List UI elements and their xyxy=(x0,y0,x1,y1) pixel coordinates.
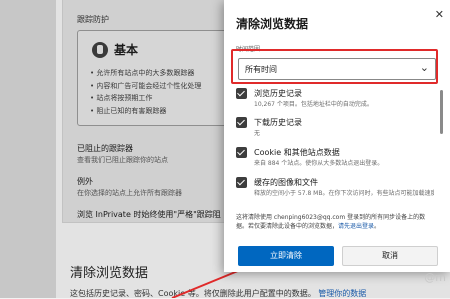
option-desc: 无 xyxy=(254,130,261,137)
option-title: 浏览历史记录 xyxy=(254,89,302,98)
sync-note: 这将清除使用 chenping6023@qq.com 登录到的所有同步设备上的数… xyxy=(236,213,436,231)
option-desc: 10,267 个项目。包括地址栏中的自动完成。 xyxy=(254,101,373,108)
option-browsing-history[interactable]: 浏览历史记录 10,267 个项目。包括地址栏中的自动完成。 xyxy=(236,88,434,118)
annotation-highlight-box xyxy=(231,49,438,84)
checkbox-checked-icon[interactable] xyxy=(236,147,247,158)
clear-browsing-data-dialog: 清除浏览数据 ✕ 时间范围 所有时间 ⌄ 浏览历史记录 10,267 个项目。包… xyxy=(224,0,450,272)
sign-out-link[interactable]: 请先退出登录 xyxy=(338,223,374,230)
option-title: 下载历史记录 xyxy=(254,118,302,127)
cancel-button[interactable]: 取消 xyxy=(342,246,438,266)
checkbox-checked-icon[interactable] xyxy=(236,177,247,188)
sync-note-tail: 。 xyxy=(374,223,381,230)
option-cookies[interactable]: Cookie 和其他站点数据 来自 884 个站点。使你从大多数站点退出登录。 xyxy=(236,147,434,177)
dialog-title: 清除浏览数据 xyxy=(236,17,309,31)
watermark: @m xyxy=(424,271,446,284)
option-download-history[interactable]: 下载历史记录 无 xyxy=(236,117,434,147)
close-icon[interactable]: ✕ xyxy=(435,8,444,21)
data-type-options: 浏览历史记录 10,267 个项目。包括地址栏中的自动完成。 下载历史记录 无 … xyxy=(236,88,434,226)
clear-now-button[interactable]: 立即清除 xyxy=(238,246,334,266)
options-scrollbar[interactable] xyxy=(440,90,443,134)
sync-note-text: 这将清除使用 chenping6023@qq.com 登录到的所有同步设备上的数… xyxy=(236,214,426,230)
checkbox-checked-icon[interactable] xyxy=(236,88,247,99)
option-desc: 释放的空间小于 57.8 MB。在你下次访问时，有些站点可能加载速度较慢。 xyxy=(254,190,434,197)
checkbox-checked-icon[interactable] xyxy=(236,117,247,128)
option-title: Cookie 和其他站点数据 xyxy=(254,148,340,157)
browser-window: 跟踪防护 基本 允许所有站点中的大多数跟踪器 内容和广告可能会经过个性化处理 站… xyxy=(0,0,450,298)
option-desc: 来自 884 个站点。使你从大多数站点退出登录。 xyxy=(254,160,384,167)
option-cached-files[interactable]: 缓存的图像和文件 释放的空间小于 57.8 MB。在你下次访问时，有些站点可能加… xyxy=(236,177,434,207)
option-title: 缓存的图像和文件 xyxy=(254,178,318,187)
